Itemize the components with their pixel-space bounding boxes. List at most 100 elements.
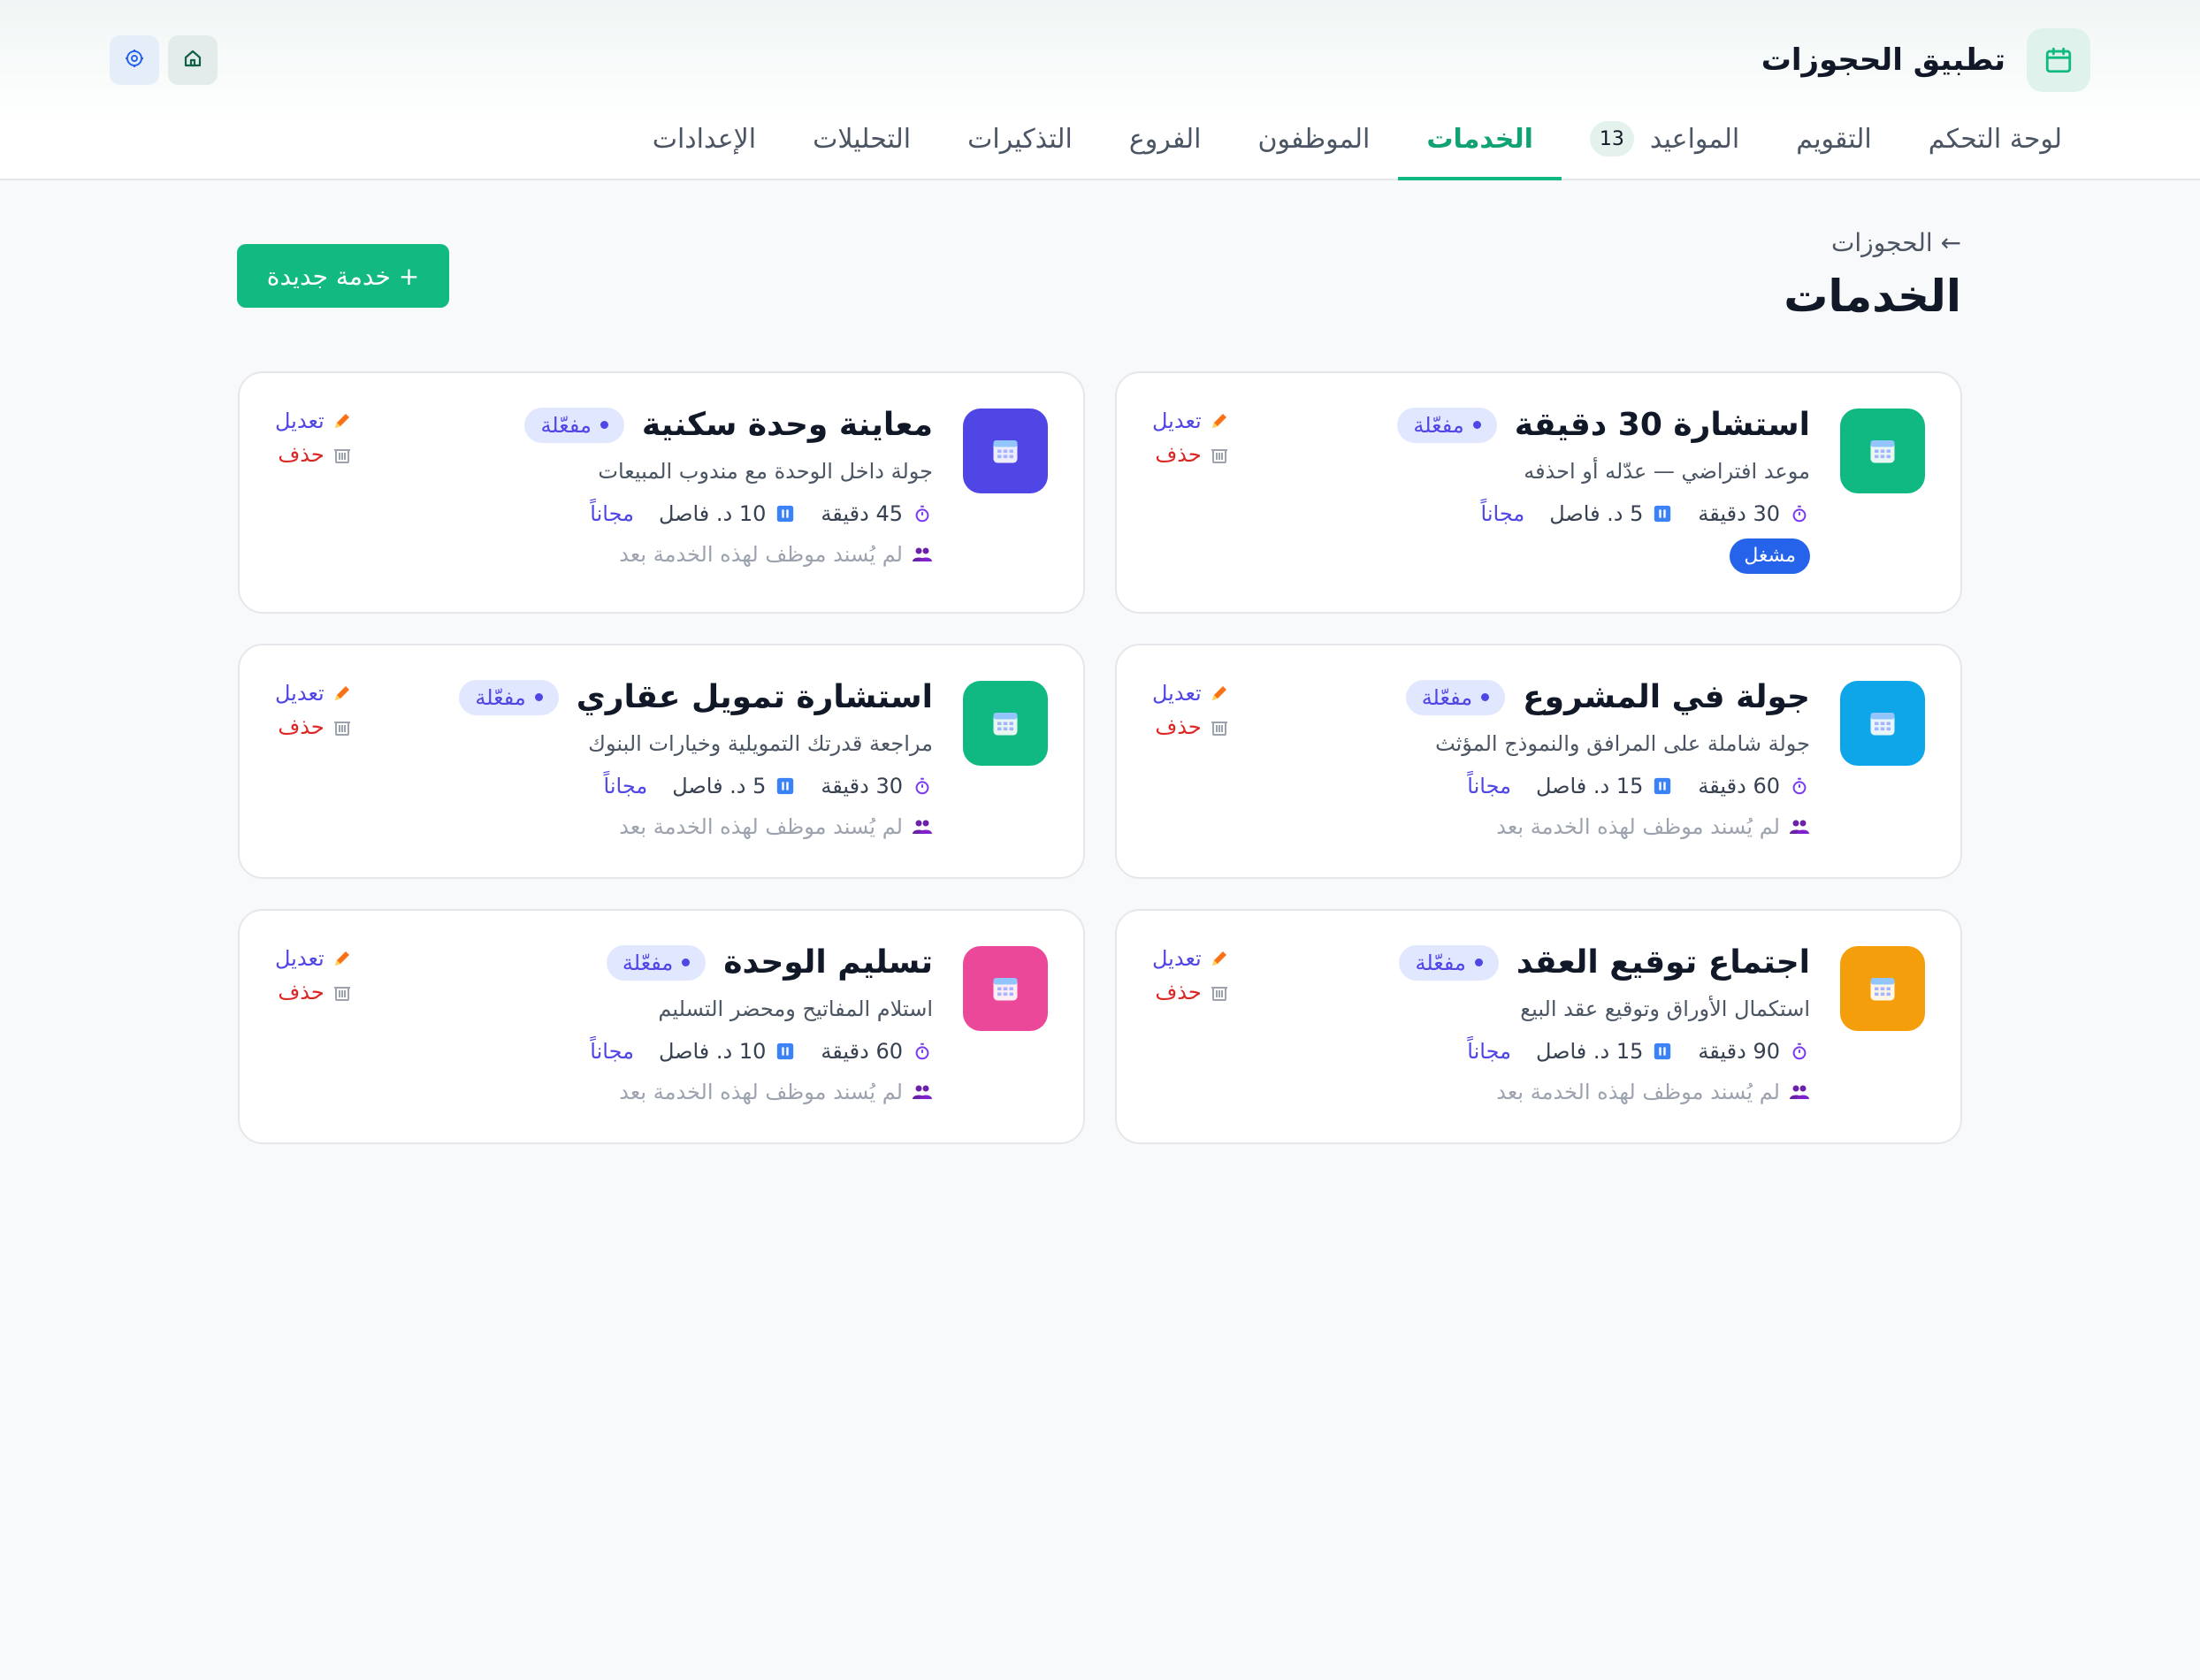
card-extra: لم يُسند موظف لهذه الخدمة بعد (1294, 814, 1810, 839)
status-dot (1472, 421, 1481, 429)
card-actions: تعديل حذف (275, 681, 353, 739)
service-title: اجتماع توقيع العقد (1516, 944, 1810, 981)
price: مجاناً (1467, 1039, 1511, 1064)
price: مجاناً (590, 1039, 634, 1064)
tab-label: الخدمات (1426, 123, 1533, 155)
status-dot (534, 693, 543, 701)
status-label: مفعّلة (1413, 412, 1464, 438)
stopwatch-icon (912, 775, 933, 797)
status-badge: مفعّلة (606, 944, 707, 981)
service-calendar-icon (1840, 681, 1925, 766)
breadcrumb-back-link[interactable]: ← الحجوزات (1831, 228, 1961, 257)
service-title: استشارة تمويل عقاري (576, 679, 933, 715)
delete-button[interactable]: حذف (1155, 714, 1229, 739)
tab-settings[interactable]: الإعدادات (624, 101, 784, 180)
people-icon (1789, 816, 1810, 837)
price: مجاناً (603, 774, 648, 798)
staff-text: لم يُسند موظف لهذه الخدمة بعد (619, 542, 903, 567)
status-badge: مفعّلة (524, 407, 624, 443)
service-card-body: تسليم الوحدة مفعّلة استلام المفاتيح ومحض… (416, 944, 933, 1104)
staff-text: لم يُسند موظف لهذه الخدمة بعد (1496, 814, 1780, 839)
service-card-body: جولة في المشروع مفعّلة جولة شاملة على ال… (1294, 679, 1810, 839)
pause-icon (1652, 775, 1673, 797)
buffer-gap: 10 د. فاصل (659, 501, 796, 526)
staff-text: لم يُسند موظف لهذه الخدمة بعد (1496, 1080, 1780, 1104)
staff-text: لم يُسند موظف لهذه الخدمة بعد (619, 814, 903, 839)
service-meta: 60 دقيقة 15 د. فاصل مجاناً (1294, 774, 1810, 798)
card-actions: تعديل حذف (275, 946, 353, 1004)
tab-services[interactable]: الخدمات (1398, 101, 1562, 180)
duration: 60 دقيقة (1698, 774, 1810, 798)
delete-label: حذف (278, 442, 325, 467)
staff-assignment: لم يُسند موظف لهذه الخدمة بعد (416, 542, 933, 567)
delete-button[interactable]: حذف (1155, 980, 1229, 1004)
status-badge: مفعّلة (1397, 407, 1497, 443)
service-calendar-icon (963, 681, 1048, 766)
new-service-button[interactable]: + خدمة جديدة (237, 244, 449, 308)
pencil-icon (332, 948, 353, 969)
edit-button[interactable]: تعديل (275, 409, 353, 433)
delete-button[interactable]: حذف (278, 714, 352, 739)
services-grid: استشارة 30 دقيقة مفعّلة موعد افتراضي — ع… (238, 371, 1962, 1144)
price: مجاناً (1467, 774, 1511, 798)
tab-calendar[interactable]: التقويم (1768, 101, 1900, 180)
card-extra: لم يُسند موظف لهذه الخدمة بعد (1294, 1080, 1810, 1104)
service-card: استشارة تمويل عقاري مفعّلة مراجعة قدرتك … (238, 644, 1085, 879)
duration-text: 30 دقيقة (821, 774, 903, 798)
edit-label: تعديل (1152, 681, 1202, 706)
service-title: تسليم الوحدة (723, 944, 933, 981)
settings-button[interactable] (110, 35, 159, 85)
edit-button[interactable]: تعديل (275, 946, 353, 971)
tab-dashboard[interactable]: لوحة التحكم (1900, 101, 2090, 180)
delete-label: حذف (1155, 714, 1202, 739)
tab-reminders[interactable]: التذكيرات (939, 101, 1101, 180)
service-calendar-icon (963, 409, 1048, 493)
edit-button[interactable]: تعديل (1152, 946, 1230, 971)
edit-button[interactable]: تعديل (275, 681, 353, 706)
delete-button[interactable]: حذف (278, 442, 352, 467)
tab-appointments[interactable]: المواعيد 13 (1562, 101, 1768, 180)
service-title: جولة في المشروع (1523, 679, 1810, 715)
card-actions: تعديل حذف (1152, 681, 1230, 739)
edit-label: تعديل (275, 946, 325, 971)
service-calendar-icon (1840, 946, 1925, 1031)
status-label: مفعّلة (540, 412, 592, 438)
tab-analytics[interactable]: التحليلات (784, 101, 939, 180)
pause-icon (775, 775, 796, 797)
service-description: جولة داخل الوحدة مع مندوب المبيعات (598, 459, 933, 484)
duration-text: 45 دقيقة (821, 501, 903, 526)
service-description: استلام المفاتيح ومحضر التسليم (658, 997, 933, 1021)
delete-button[interactable]: حذف (1155, 442, 1229, 467)
tab-label: التحليلات (813, 123, 912, 155)
people-icon (912, 1081, 933, 1103)
trash-icon (1209, 981, 1230, 1003)
service-card: استشارة 30 دقيقة مفعّلة موعد افتراضي — ع… (1115, 371, 1962, 614)
card-extra: مشغل (1294, 526, 1810, 574)
app-title: تطبيق الحجوزات (1761, 42, 2005, 78)
status-label: مفعّلة (622, 950, 674, 975)
delete-button[interactable]: حذف (278, 980, 352, 1004)
gap-text: 5 د. فاصل (1549, 501, 1644, 526)
pause-icon (775, 1041, 796, 1062)
price: مجاناً (590, 501, 634, 526)
status-dot (600, 421, 608, 429)
edit-button[interactable]: تعديل (1152, 409, 1230, 433)
trash-icon (332, 716, 353, 737)
duration: 30 دقيقة (1698, 501, 1810, 526)
service-meta: 30 دقيقة 5 د. فاصل مجاناً (416, 774, 933, 798)
brand[interactable]: تطبيق الحجوزات (1761, 28, 2090, 92)
people-icon (912, 544, 933, 565)
tab-branches[interactable]: الفروع (1101, 101, 1230, 180)
tab-staff[interactable]: الموظفون (1229, 101, 1398, 180)
service-card: اجتماع توقيع العقد مفعّلة استكمال الأورا… (1115, 909, 1962, 1144)
top-tools (110, 35, 218, 85)
status-label: مفعّلة (1421, 684, 1473, 710)
service-card-body: استشارة تمويل عقاري مفعّلة مراجعة قدرتك … (416, 679, 933, 839)
people-icon (912, 816, 933, 837)
service-card-body: اجتماع توقيع العقد مفعّلة استكمال الأورا… (1294, 944, 1810, 1104)
home-button[interactable] (168, 35, 218, 85)
duration-text: 60 دقيقة (821, 1039, 903, 1064)
gap-text: 15 د. فاصل (1535, 1039, 1644, 1064)
edit-button[interactable]: تعديل (1152, 681, 1230, 706)
card-actions: تعديل حذف (275, 409, 353, 467)
